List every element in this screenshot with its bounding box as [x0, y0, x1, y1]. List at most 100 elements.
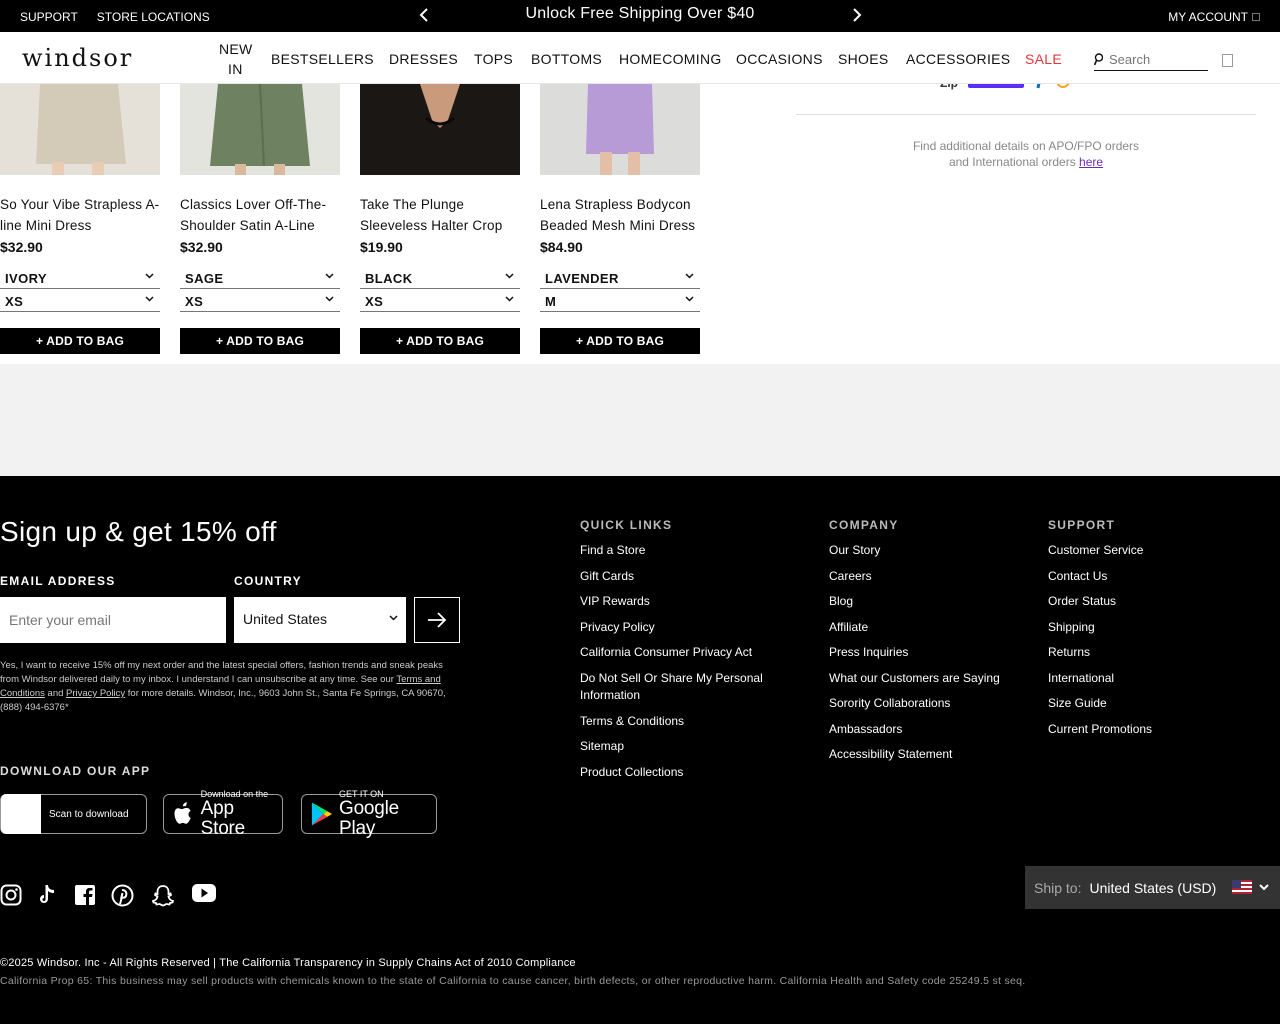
product-image[interactable]	[180, 84, 340, 175]
footer-link[interactable]: Sitemap	[580, 738, 624, 755]
product-image[interactable]	[360, 84, 520, 175]
add-to-bag-button[interactable]: + ADD TO BAG	[540, 328, 700, 354]
nav-new-in-line2[interactable]: IN	[228, 61, 243, 77]
nav-bottoms[interactable]: BOTTOMS	[531, 51, 602, 67]
youtube-icon[interactable]	[192, 884, 216, 902]
size-select[interactable]: M	[540, 292, 700, 312]
size-select[interactable]: XS	[180, 292, 340, 312]
nav-homecoming[interactable]: HOMECOMING	[619, 51, 722, 67]
pinterest-icon[interactable]	[111, 884, 134, 907]
nav-occasions[interactable]: OCCASIONS	[736, 51, 823, 67]
nav-dresses[interactable]: DRESSES	[389, 51, 458, 67]
ship-to-selector[interactable]: Ship to: United States (USD)	[1025, 866, 1280, 909]
add-to-bag-button[interactable]: + ADD TO BAG	[0, 328, 160, 354]
dress-image	[180, 84, 340, 175]
promo-next-button[interactable]	[848, 7, 864, 23]
product-image[interactable]	[540, 84, 700, 175]
instagram-icon[interactable]	[0, 884, 22, 906]
footer-link[interactable]: Accessibility Statement	[829, 746, 952, 763]
company-title: COMPANY	[829, 518, 899, 532]
color-select[interactable]: LAVENDER	[540, 269, 700, 289]
footer-link[interactable]: Careers	[829, 568, 872, 585]
color-select[interactable]: BLACK	[360, 269, 520, 289]
chevron-down-icon	[505, 296, 514, 302]
footer-link[interactable]: Blog	[829, 593, 853, 610]
nav-shoes[interactable]: SHOES	[838, 51, 889, 67]
color-select[interactable]: SAGE	[180, 269, 340, 289]
footer-link[interactable]: Press Inquiries	[829, 644, 908, 661]
footer-link[interactable]: International	[1048, 670, 1114, 687]
tiktok-icon[interactable]	[36, 884, 58, 906]
product-price: $84.90	[540, 239, 583, 255]
search-icon[interactable]	[1094, 53, 1103, 66]
footer-link[interactable]: Product Collections	[580, 764, 683, 781]
scan-to-download-button[interactable]: Scan to download	[0, 794, 147, 834]
footer-link[interactable]: Sorority Collaborations	[829, 695, 950, 712]
promo-bar: SUPPORT STORE LOCATIONS Unlock Free Ship…	[0, 0, 1280, 32]
footer-link[interactable]: Contact Us	[1048, 568, 1107, 585]
footer-link[interactable]: Affiliate	[829, 619, 868, 636]
google-play-text: GET IT ON Google Play	[339, 789, 436, 839]
my-account-link[interactable]: MY ACCOUNT	[1168, 10, 1260, 24]
product-image[interactable]	[0, 84, 160, 175]
nav-sale[interactable]: SALE	[1025, 51, 1062, 67]
shopping-bag-icon[interactable]	[1222, 54, 1233, 67]
product-name[interactable]: Lena Strapless Bodycon Beaded Mesh Mini …	[540, 194, 700, 236]
size-select[interactable]: XS	[0, 292, 160, 312]
ship-to-label: Ship to:	[1034, 879, 1082, 896]
color-select[interactable]: IVORY	[0, 269, 160, 289]
app-store-big: App Store	[200, 798, 246, 839]
footer-link[interactable]: Size Guide	[1048, 695, 1107, 712]
note-line-2-text: and International orders	[948, 155, 1076, 169]
search-input[interactable]	[1109, 52, 1205, 67]
signup-submit-button[interactable]	[414, 597, 460, 643]
nav-new-in-line1[interactable]: NEW	[219, 41, 253, 57]
apple-icon	[174, 802, 191, 824]
footer-link[interactable]: Shipping	[1048, 619, 1095, 636]
size-select[interactable]: XS	[360, 292, 520, 312]
footer-link[interactable]: Current Promotions	[1048, 721, 1152, 738]
email-label: EMAIL ADDRESS	[0, 574, 116, 588]
google-play-button[interactable]: GET IT ON Google Play	[301, 789, 437, 839]
footer-link[interactable]: Our Story	[829, 542, 880, 559]
footer-link[interactable]: Find a Store	[580, 542, 645, 559]
product-name[interactable]: Classics Lover Off-The-Shoulder Satin A-…	[180, 194, 340, 236]
legal-and: and	[47, 688, 64, 699]
nav-accessories[interactable]: ACCESSORIES	[906, 51, 1010, 67]
chevron-down-icon	[1259, 884, 1269, 891]
footer-link[interactable]: VIP Rewards	[580, 593, 650, 610]
email-input[interactable]	[0, 597, 226, 643]
country-select[interactable]: United States	[234, 597, 406, 643]
snapchat-icon[interactable]	[151, 884, 175, 907]
nav-bestsellers[interactable]: BESTSELLERS	[271, 51, 374, 67]
chevron-down-icon	[389, 615, 398, 621]
privacy-link[interactable]: Privacy Policy	[66, 688, 125, 699]
footer-link[interactable]: Returns	[1048, 644, 1090, 661]
footer-link[interactable]: Ambassadors	[829, 721, 902, 738]
facebook-icon[interactable]	[74, 884, 96, 906]
footer-link[interactable]: Customer Service	[1048, 542, 1143, 559]
footer-link[interactable]: California Consumer Privacy Act	[580, 644, 752, 661]
app-store-button[interactable]: Download on the App Store	[163, 789, 283, 839]
footer-link[interactable]: What our Customers are Saying	[829, 670, 1000, 687]
add-to-bag-button[interactable]: + ADD TO BAG	[180, 328, 340, 354]
chevron-down-icon	[145, 296, 154, 302]
international-orders-link[interactable]: here	[1079, 155, 1103, 169]
footer-link[interactable]: Gift Cards	[580, 568, 634, 585]
signup-legal-text: Yes, I want to receive 15% off my next o…	[0, 659, 450, 715]
promo-prev-button[interactable]	[417, 7, 433, 23]
footer-link[interactable]: Do Not Sell Or Share My Personal Informa…	[580, 670, 780, 704]
footer-link[interactable]: Order Status	[1048, 593, 1116, 610]
international-orders-note: Find additional details on APO/FPO order…	[796, 138, 1256, 170]
add-to-bag-button[interactable]: + ADD TO BAG	[360, 328, 520, 354]
search-box	[1094, 49, 1208, 71]
size-value: M	[545, 294, 557, 309]
shipping-info-panel: Zip Find additional details on APO/FPO o…	[772, 76, 1280, 364]
app-store-text: Download on the App Store	[201, 789, 282, 839]
footer-link[interactable]: Privacy Policy	[580, 619, 655, 636]
footer-link[interactable]: Terms & Conditions	[580, 713, 684, 730]
nav-tops[interactable]: TOPS	[474, 51, 513, 67]
product-name[interactable]: Take The Plunge Sleeveless Halter Crop	[360, 194, 520, 236]
product-name[interactable]: So Your Vibe Strapless A-line Mini Dress	[0, 194, 160, 236]
main-nav: NEW IN BESTSELLERS DRESSES TOPS BOTTOMS …	[0, 32, 1280, 84]
